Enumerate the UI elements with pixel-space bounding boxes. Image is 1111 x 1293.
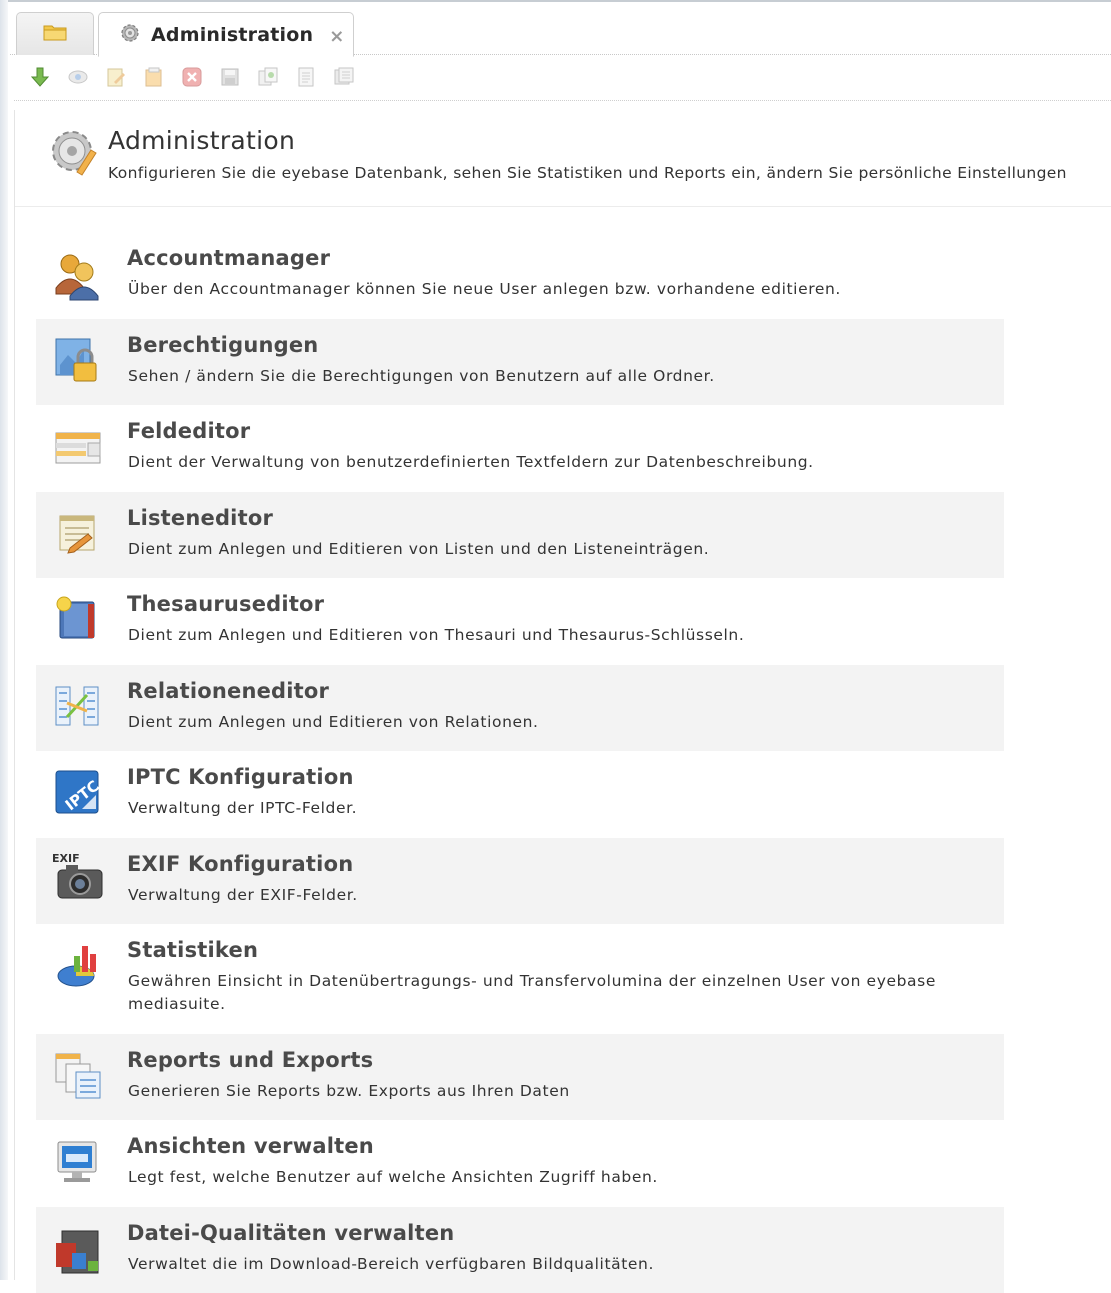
left-frame-strip	[0, 0, 8, 1280]
item-title: IPTC Konfiguration	[127, 765, 354, 789]
gear-icon	[119, 22, 141, 48]
edit-icon[interactable]	[104, 65, 128, 89]
list-item-listeneditor[interactable]: Listeneditor Dient zum Anlegen und Editi…	[36, 491, 1004, 578]
window-top-border	[0, 0, 1111, 2]
item-title: Listeneditor	[127, 505, 274, 530]
item-description: Sehen / ändern Sie die Berechtigungen vo…	[128, 366, 715, 385]
list-item-accountmanager[interactable]: Accountmanager Über den Accountmanager k…	[36, 232, 1004, 318]
gear-icon	[47, 126, 101, 184]
duplicate-icon[interactable]	[256, 65, 280, 89]
item-title: Feldeditor	[127, 419, 251, 443]
item-description: Dient zum Anlegen und Editieren von Thes…	[128, 626, 745, 644]
users-icon	[52, 248, 108, 302]
iptc-icon: IPTC	[52, 767, 108, 821]
fields-icon	[52, 421, 108, 475]
view-icon[interactable]	[66, 65, 90, 89]
tab-bar: Administration ×	[10, 8, 1111, 57]
item-description: Dient der Verwaltung von benutzerdefinie…	[128, 453, 814, 471]
tab-folders[interactable]	[16, 12, 94, 55]
stats-icon	[52, 940, 108, 994]
camera-icon: EXIF	[52, 850, 108, 904]
item-title: Accountmanager	[127, 246, 331, 270]
tab-title: Administration	[151, 23, 314, 46]
list-item-relationeneditor[interactable]: Relationeneditor Dient zum Anlegen und E…	[36, 664, 1004, 751]
item-title: Statistiken	[127, 938, 259, 962]
list-item-ansichten-verwalten[interactable]: Ansichten verwalten Legt fest, welche Be…	[36, 1120, 1004, 1206]
exif-badge-text: EXIF	[52, 852, 80, 865]
delete-icon[interactable]	[180, 65, 204, 89]
reports-icon	[52, 1050, 108, 1104]
item-description: Dient zum Anlegen und Editieren von Rela…	[128, 712, 539, 731]
monitor-icon	[52, 1136, 108, 1190]
list-item-berechtigungen[interactable]: Berechtigungen Sehen / ändern Sie die Be…	[36, 318, 1004, 405]
save-icon[interactable]	[218, 65, 242, 89]
relation-icon	[52, 681, 108, 735]
close-icon[interactable]: ×	[329, 26, 344, 47]
admin-panel: Administration Konfigurieren Sie die eye…	[14, 110, 1111, 1293]
list-item-exif-konfiguration[interactable]: EXIF EXIF Konfiguration Verwaltung der E…	[36, 837, 1004, 924]
item-description: Generieren Sie Reports bzw. Exports aus …	[128, 1081, 570, 1100]
document-icon[interactable]	[294, 65, 318, 89]
item-title: Datei-Qualitäten verwalten	[127, 1220, 455, 1245]
list-item-reports-und-exports[interactable]: Reports und Exports Generieren Sie Repor…	[36, 1033, 1004, 1120]
list-item-iptc-konfiguration[interactable]: IPTC IPTC Konfiguration Verwaltung der I…	[36, 751, 1004, 837]
item-description: Legt fest, welche Benutzer auf welche An…	[128, 1168, 658, 1186]
item-title: EXIF Konfiguration	[127, 851, 354, 876]
list-edit-icon	[52, 508, 108, 562]
book-icon	[52, 594, 108, 648]
item-title: Thesauruseditor	[127, 592, 325, 616]
item-title: Berechtigungen	[127, 332, 319, 357]
item-description: Dient zum Anlegen und Editieren von List…	[128, 539, 710, 558]
item-description: Gewähren Einsicht in Datenübertragungs- …	[128, 972, 936, 1013]
admin-modules-list: Accountmanager Über den Accountmanager k…	[36, 232, 1004, 1293]
copy-icon[interactable]	[142, 65, 166, 89]
print-icon[interactable]	[332, 65, 356, 89]
header-divider	[15, 206, 1111, 207]
page-title: Administration	[108, 126, 296, 155]
item-title: Ansichten verwalten	[127, 1134, 374, 1158]
item-description: Verwaltet die im Download-Bereich verfüg…	[128, 1254, 655, 1273]
item-title: Reports und Exports	[127, 1047, 374, 1072]
download-icon[interactable]	[28, 65, 52, 89]
quality-icon	[52, 1223, 108, 1277]
item-description: Verwaltung der IPTC-Felder.	[128, 799, 358, 817]
toolbar	[28, 62, 356, 92]
folder-icon	[43, 22, 67, 46]
page-subtitle: Konfigurieren Sie die eyebase Datenbank,…	[108, 164, 1067, 182]
toolbar-divider	[14, 100, 1111, 101]
item-description: Über den Accountmanager können Sie neue …	[128, 280, 841, 298]
item-description: Verwaltung der EXIF-Felder.	[128, 885, 358, 904]
list-item-thesauruseditor[interactable]: Thesauruseditor Dient zum Anlegen und Ed…	[36, 578, 1004, 664]
list-item-statistiken[interactable]: Statistiken Gewähren Einsicht in Datenüb…	[36, 924, 1004, 1033]
lock-icon	[52, 335, 108, 389]
list-item-feldeditor[interactable]: Feldeditor Dient der Verwaltung von benu…	[36, 405, 1004, 491]
item-title: Relationeneditor	[127, 678, 330, 703]
tab-administration[interactable]: Administration ×	[98, 12, 354, 57]
